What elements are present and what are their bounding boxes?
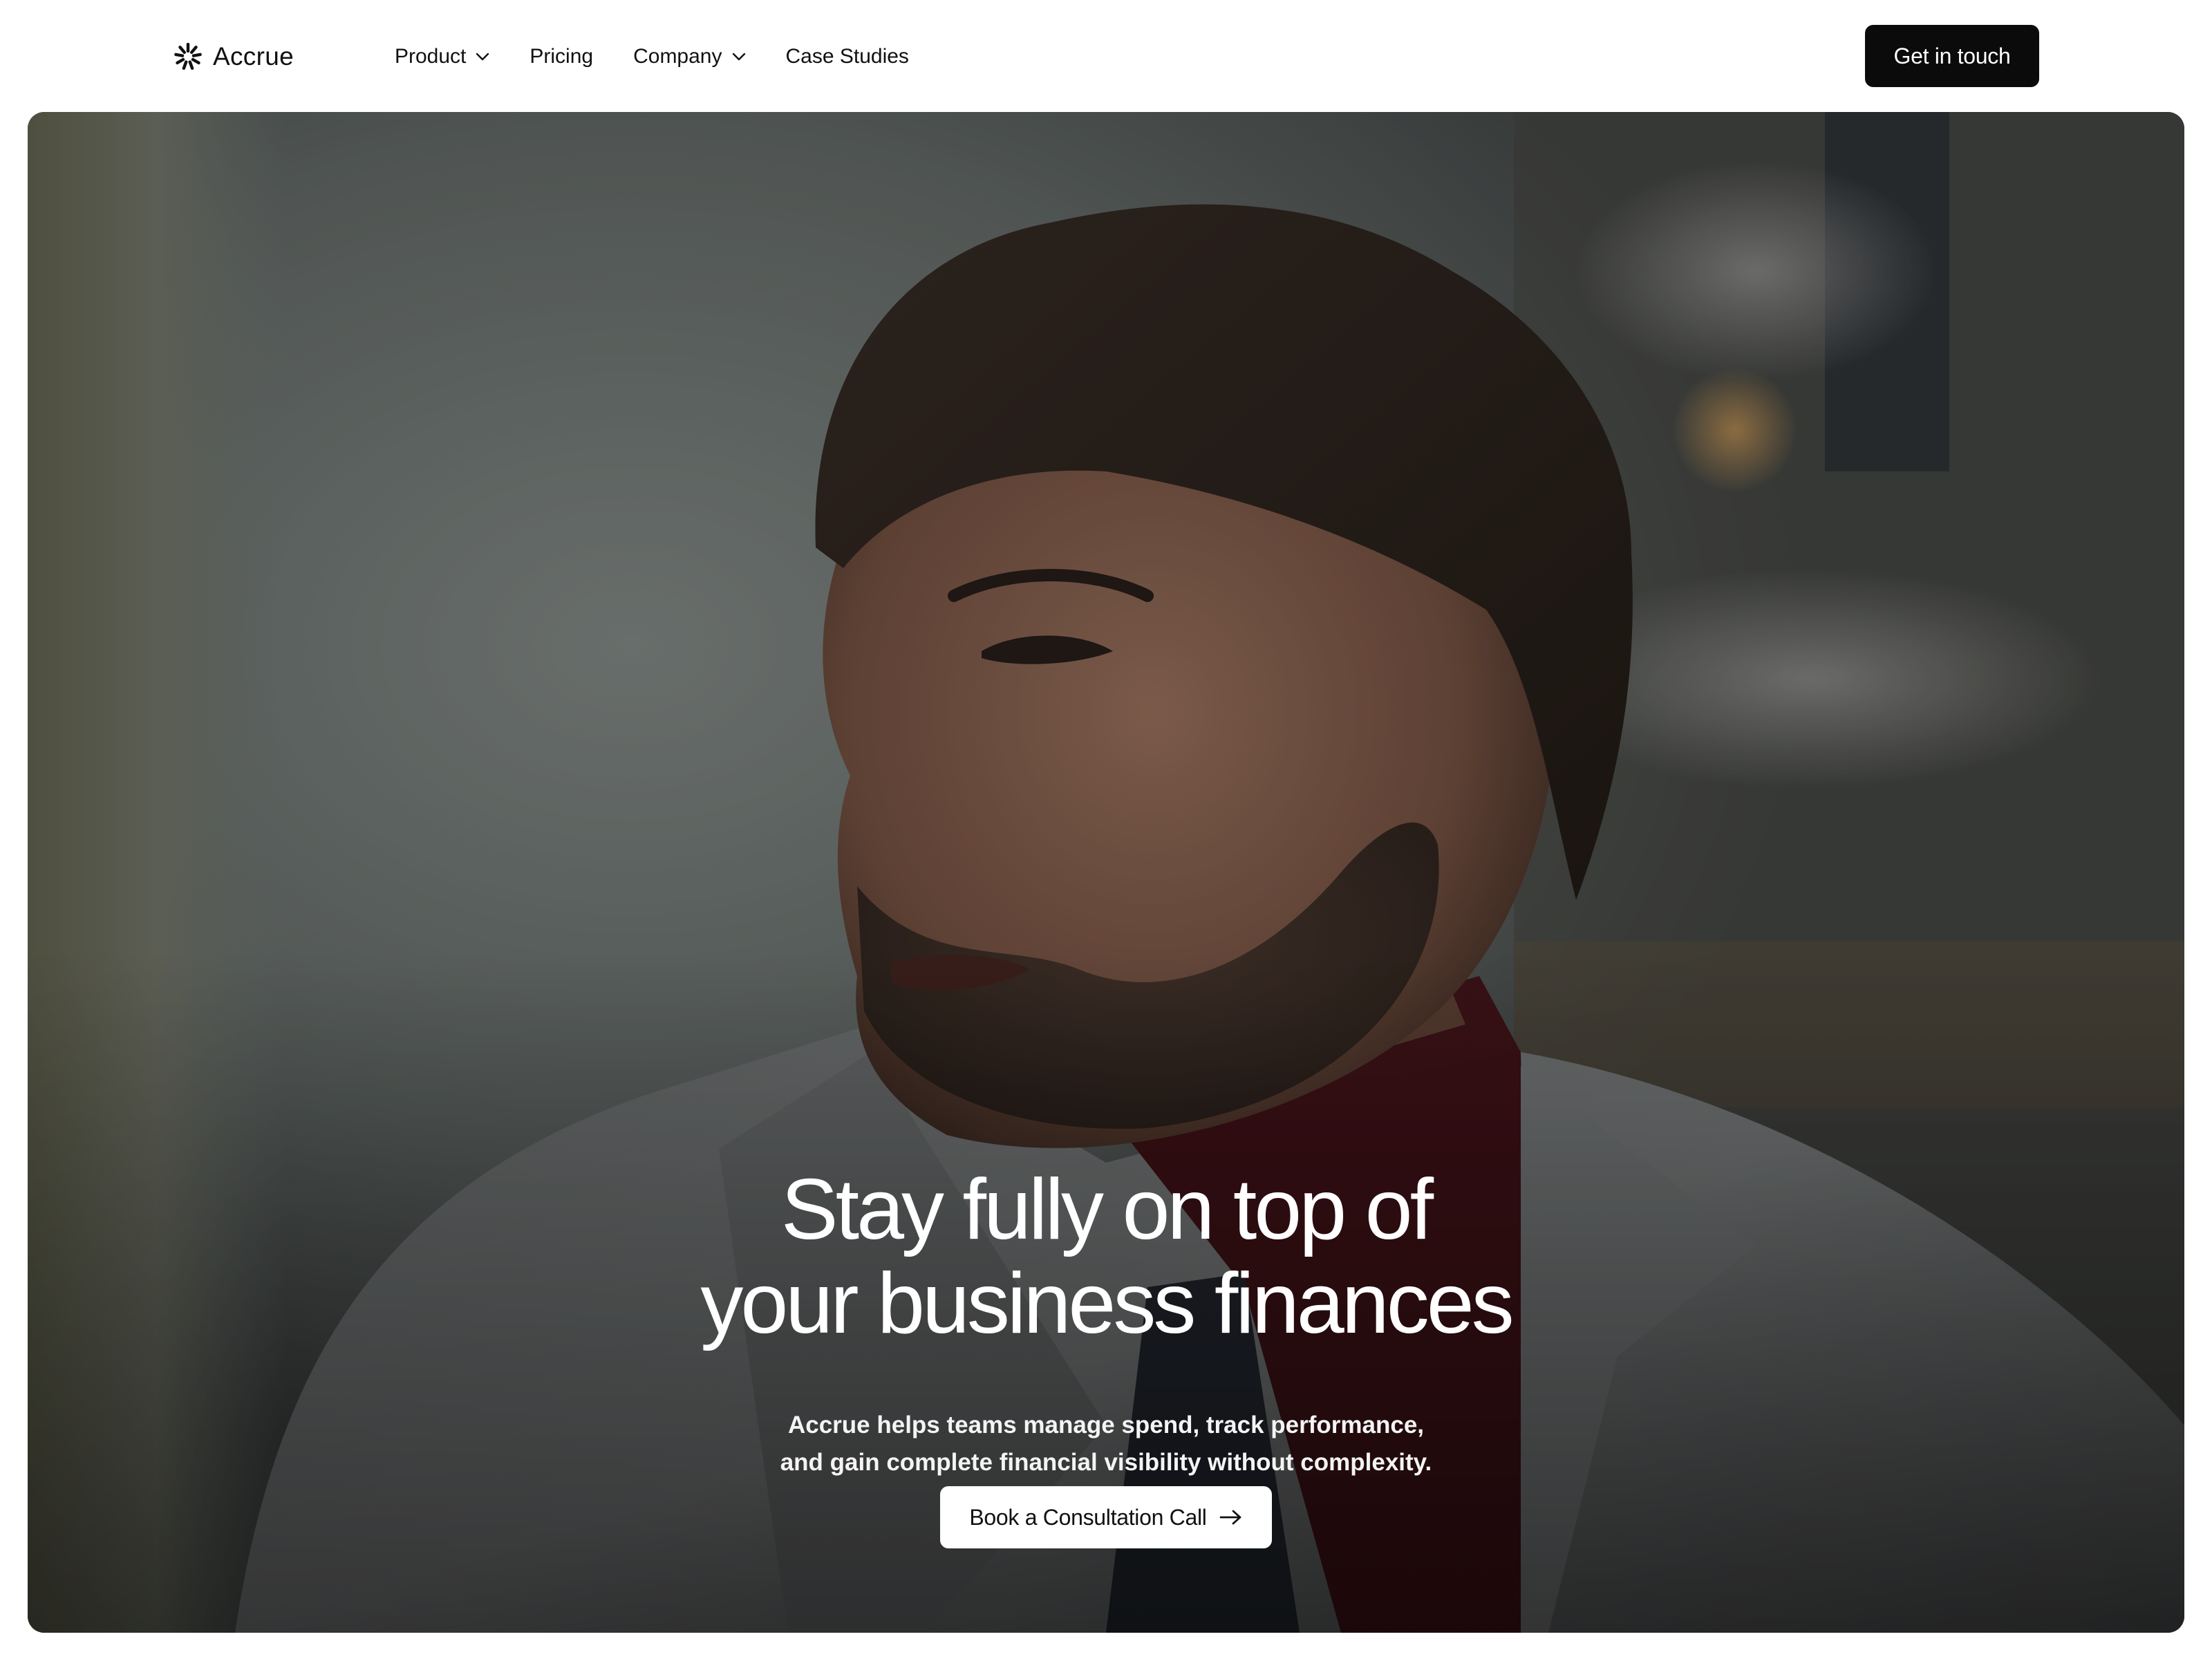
nav-item-label: Pricing (529, 45, 594, 68)
site-header: Accrue Product Pricing Company Case Stud… (0, 0, 2212, 112)
nav-item-case-studies[interactable]: Case Studies (786, 45, 909, 68)
arrow-right-icon (1219, 1510, 1241, 1525)
book-consultation-button[interactable]: Book a Consultation Call (940, 1486, 1272, 1548)
brand-name: Accrue (213, 42, 294, 71)
get-in-touch-button[interactable]: Get in touch (1865, 25, 2039, 87)
hero-subtitle: Accrue helps teams manage spend, track p… (28, 1407, 2184, 1481)
hero-overlay (28, 112, 2184, 1633)
nav-item-label: Company (633, 45, 722, 68)
nav-item-label: Product (395, 45, 467, 68)
nav-item-pricing[interactable]: Pricing (529, 45, 593, 68)
book-consultation-label: Book a Consultation Call (969, 1504, 1207, 1530)
hero-title-line: your business finances (700, 1256, 1514, 1351)
hero-title: Stay fully on top of your business finan… (28, 1163, 2184, 1351)
asterisk-burst-icon (174, 43, 202, 70)
chevron-down-icon (476, 53, 489, 61)
hero-subtitle-line: Accrue helps teams manage spend, track p… (787, 1412, 1425, 1438)
hero-section: Stay fully on top of your business finan… (28, 112, 2184, 1633)
nav-item-product[interactable]: Product (395, 45, 489, 68)
chevron-down-icon (732, 53, 745, 61)
main-nav: Product Pricing Company Case Studies (395, 39, 909, 75)
nav-item-label: Case Studies (785, 45, 909, 68)
hero-title-line: Stay fully on top of (780, 1162, 1434, 1257)
nav-item-company[interactable]: Company (633, 45, 745, 68)
hero-subtitle-line: and gain complete financial visibility w… (780, 1449, 1432, 1476)
brand-logo[interactable]: Accrue (173, 37, 294, 76)
